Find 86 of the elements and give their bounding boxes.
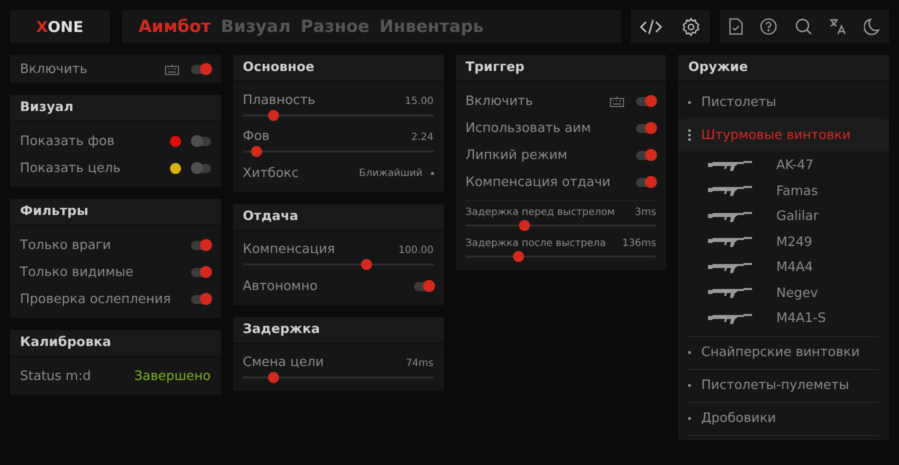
setting-label: Липкий режим: [466, 148, 568, 162]
color-swatch[interactable]: [170, 136, 181, 146]
setting-label: Включить: [20, 62, 88, 76]
category-item[interactable]: Снайперские винтовки: [688, 336, 879, 370]
bullet-icon: [688, 100, 692, 104]
keyboard-icon[interactable]: [610, 96, 624, 106]
slider-value: 136ms: [622, 238, 656, 249]
document-icon[interactable]: [728, 18, 743, 35]
status-value: Завершено: [134, 368, 211, 384]
category-label: Пистолеты: [701, 94, 776, 110]
setting-label: Фов: [242, 129, 271, 144]
rifle-icon: [708, 160, 752, 172]
setting-label: Задержка после выстрела: [466, 238, 607, 249]
setting-label: Проверка ослепления: [20, 292, 172, 306]
slider-thumb[interactable]: [268, 372, 279, 383]
category-item[interactable]: Дробовики: [688, 402, 879, 436]
bullet-icon: [688, 417, 692, 420]
drag-handle-icon: [688, 129, 692, 141]
setting-label: Status m:d: [20, 368, 92, 384]
weapon-item[interactable]: M4A4: [776, 260, 813, 276]
rifle-icon: [708, 287, 752, 300]
slider-thumb[interactable]: [513, 251, 524, 262]
weapon-item[interactable]: Galilar: [776, 209, 818, 224]
weapon-item[interactable]: M4A1-S: [776, 311, 826, 326]
setting-label: Только видимые: [20, 264, 134, 280]
toggle-switch[interactable]: [190, 136, 211, 146]
setting-label: Компенсация отдачи: [466, 174, 612, 190]
weapon-item[interactable]: M249: [776, 234, 812, 250]
translate-icon[interactable]: [829, 18, 846, 35]
weapon-item[interactable]: AK-47: [776, 158, 814, 174]
moon-icon[interactable]: [864, 18, 880, 35]
setting-label: Плавность: [242, 93, 316, 108]
rifle-icon: [708, 210, 752, 223]
setting-label: Включить: [466, 94, 534, 108]
toggle-switch[interactable]: [414, 282, 434, 290]
setting-label: Смена цели: [242, 355, 325, 370]
weapon-item[interactable]: Negev: [776, 286, 818, 301]
slider-thumb[interactable]: [519, 220, 530, 231]
toggle-switch[interactable]: [190, 268, 211, 276]
toggle-switch[interactable]: [636, 178, 656, 186]
toggle-switch[interactable]: [636, 124, 656, 132]
category-label: Пистолеты-пулеметы: [701, 378, 850, 393]
rifle-icon: [708, 185, 752, 198]
bullet-icon: [688, 351, 692, 354]
category-label: Дробовики: [701, 411, 776, 426]
slider-value: 74ms: [406, 358, 434, 369]
slider-value: 15.00: [404, 96, 434, 107]
hitbox-select[interactable]: Ближайший: [358, 168, 422, 178]
toggle-switch[interactable]: [636, 96, 656, 106]
code-icon[interactable]: [640, 18, 662, 36]
setting-label: Компенсация: [242, 242, 336, 257]
help-icon[interactable]: [760, 18, 778, 35]
toggle-switch[interactable]: [636, 150, 656, 160]
category-label: Снайперские винтовки: [701, 345, 860, 360]
logo: XONE: [10, 10, 110, 43]
toggle-switch[interactable]: [190, 240, 211, 250]
setting-label: Задержка перед выстрелом: [466, 207, 616, 218]
toggle-switch[interactable]: [190, 64, 211, 74]
toggle-switch[interactable]: [190, 164, 211, 172]
setting-label: Автономно: [242, 278, 319, 294]
category-item[interactable]: Пистолеты-пулеметы: [688, 370, 879, 402]
tab[interactable]: Аимбот: [134, 16, 216, 36]
setting-label: Только враги: [20, 238, 112, 252]
toggle-switch[interactable]: [190, 294, 211, 304]
dot-icon: [430, 172, 434, 174]
keyboard-icon[interactable]: [164, 64, 179, 74]
settings-icon[interactable]: [680, 16, 701, 36]
weapon-item[interactable]: Famas: [776, 184, 818, 199]
setting-label: Хитбокс: [242, 166, 300, 180]
rifle-icon: [708, 262, 752, 274]
slider-value: 3ms: [634, 207, 656, 218]
setting-label: Использовать аим: [466, 120, 592, 136]
slider-thumb[interactable]: [268, 110, 279, 121]
category-item[interactable]: Штурмовые винтовки: [678, 119, 889, 151]
setting-label: Показать фов: [20, 134, 116, 148]
color-swatch[interactable]: [170, 162, 181, 174]
slider-thumb[interactable]: [361, 259, 372, 270]
slider-thumb[interactable]: [250, 146, 262, 157]
setting-label: Показать цель: [20, 160, 122, 176]
slider-value: 2.24: [411, 132, 434, 143]
bullet-icon: [688, 384, 692, 387]
search-icon[interactable]: [794, 18, 812, 35]
rifle-icon: [708, 236, 752, 248]
rifle-icon: [708, 312, 752, 325]
slider-value: 100.00: [398, 245, 434, 256]
category-label: Штурмовые винтовки: [701, 128, 851, 142]
